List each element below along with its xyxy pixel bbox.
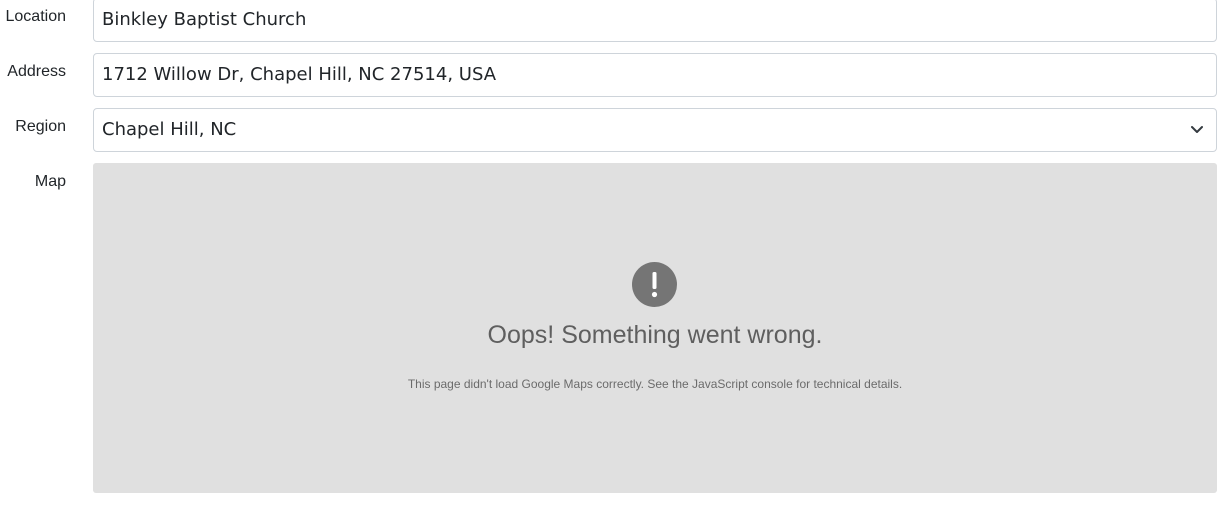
address-input[interactable]: 1712 Willow Dr, Chapel Hill, NC 27514, U…: [93, 53, 1217, 97]
map-label: Map: [34, 173, 66, 190]
exclamation-circle-icon: [632, 262, 677, 307]
region-select[interactable]: Chapel Hill, NC: [93, 108, 1217, 152]
location-label: Location: [5, 8, 67, 25]
map-error-detail: This page didn't load Google Maps correc…: [407, 377, 903, 391]
chevron-down-icon: [1191, 126, 1203, 133]
address-row: Address 1712 Willow Dr, Chapel Hill, NC …: [0, 53, 1232, 97]
location-form: Location Binkley Baptist Church Address …: [0, 0, 1232, 517]
map-error-title: Oops! Something went wrong.: [487, 321, 823, 349]
location-input[interactable]: Binkley Baptist Church: [93, 0, 1217, 42]
region-selected-value: Chapel Hill, NC: [102, 119, 237, 140]
region-label: Region: [15, 118, 66, 135]
address-label: Address: [7, 63, 66, 80]
location-row: Location Binkley Baptist Church: [0, 0, 1232, 42]
map-container[interactable]: Oops! Something went wrong. This page di…: [93, 163, 1217, 493]
region-row: Region Chapel Hill, NC: [0, 108, 1232, 152]
map-row: Map Oops! Something went wrong. This pag…: [0, 163, 1232, 493]
